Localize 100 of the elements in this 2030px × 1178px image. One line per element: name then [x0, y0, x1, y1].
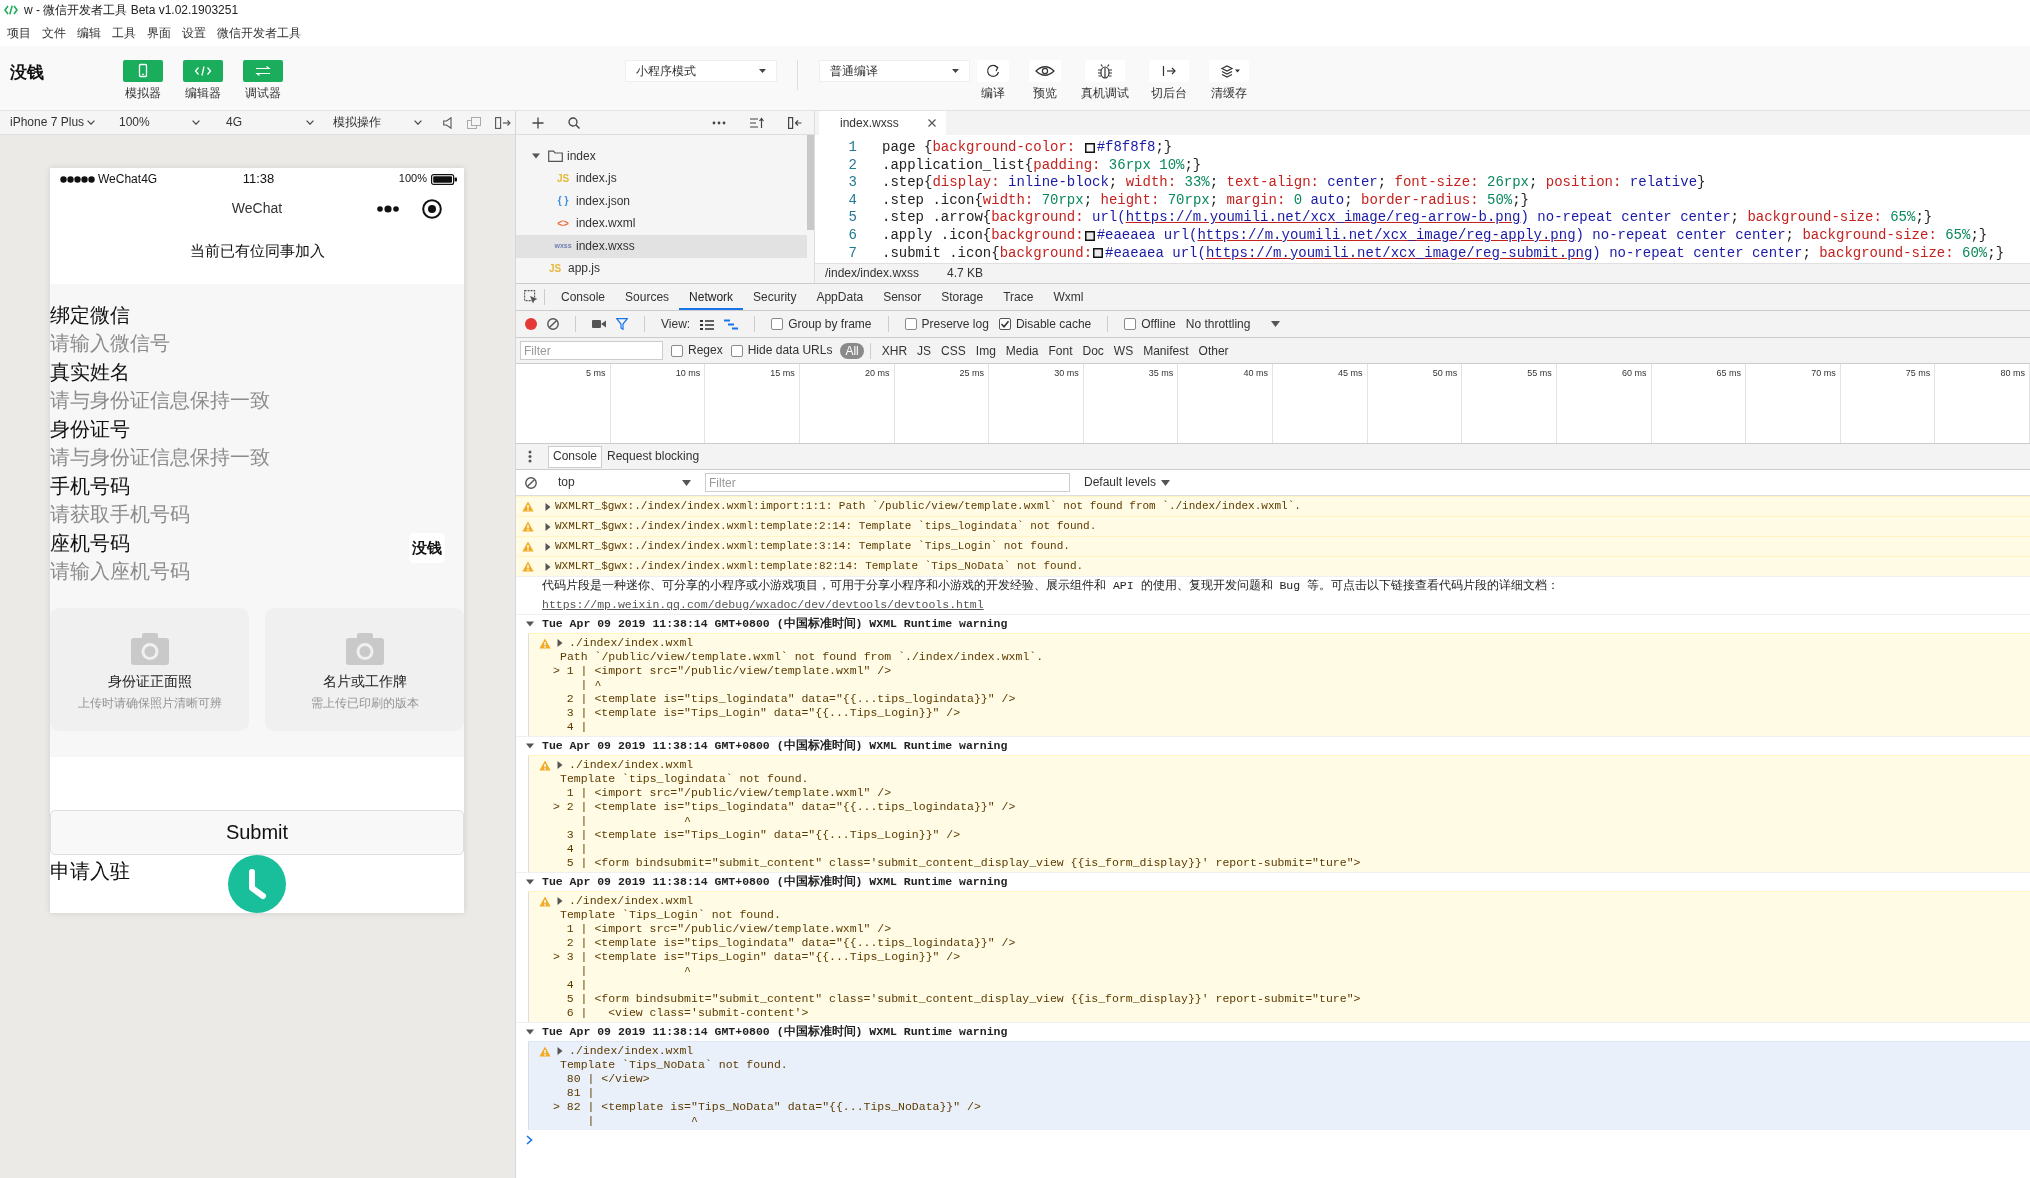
more-icon[interactable]: [712, 120, 726, 125]
more-dots-icon[interactable]: [377, 205, 399, 213]
filter-field[interactable]: Filter: [705, 473, 1070, 492]
devtools-tab[interactable]: Sources: [615, 284, 680, 310]
menu-item[interactable]: 工具: [112, 25, 136, 41]
submit-button[interactable]: Submit: [50, 810, 464, 855]
checkbox[interactable]: [671, 344, 683, 357]
close-icon[interactable]: [928, 119, 936, 127]
input-field[interactable]: 请与身份证信息保持一致: [50, 443, 390, 472]
checkbox[interactable]: [998, 318, 1011, 330]
upload-card[interactable]: 名片或工作牌 需上传已印刷的版本: [265, 608, 464, 731]
input-field[interactable]: 请获取手机号码: [50, 500, 390, 529]
levels-dropdown[interactable]: Default levels: [1084, 475, 1171, 490]
triangle-down-icon[interactable]: [526, 742, 534, 750]
type-filter-button[interactable]: XHR: [876, 342, 913, 359]
sort-lines-icon[interactable]: [750, 116, 764, 129]
filter-icon[interactable]: [616, 318, 628, 330]
type-filter-button[interactable]: CSS: [936, 342, 971, 359]
drawer-tab[interactable]: Console: [548, 445, 603, 468]
drawer-tab[interactable]: Request blocking: [602, 445, 705, 468]
type-filter-button[interactable]: Doc: [1077, 342, 1109, 359]
triangle-right-icon[interactable]: [544, 542, 552, 551]
devtools-tab[interactable]: Security: [743, 284, 807, 310]
file-item[interactable]: JS app.js: [516, 257, 807, 280]
triangle-right-icon[interactable]: [544, 562, 552, 571]
toolbar-button[interactable]: 清缓存: [1203, 60, 1255, 100]
list-view-icon[interactable]: [700, 318, 715, 330]
more-vertical-icon[interactable]: [528, 450, 532, 463]
toolbar-button[interactable]: 真机调试: [1075, 60, 1135, 100]
throttling-dropdown[interactable]: No throttling: [1185, 316, 1281, 332]
triangle-down-icon[interactable]: [532, 152, 540, 161]
type-filter-button[interactable]: Img: [970, 342, 1001, 359]
clear-icon[interactable]: [547, 318, 559, 330]
devtools-tab[interactable]: Wxml: [1043, 284, 1094, 310]
checkbox[interactable]: [771, 318, 784, 330]
toolbar-button[interactable]: 调试器: [235, 60, 291, 100]
triangle-right-icon[interactable]: [556, 897, 564, 905]
checkbox[interactable]: [904, 318, 917, 330]
docs-link[interactable]: https://mp.weixin.qq.com/debug/wxadoc/dev/devtools/devtools.html: [542, 595, 984, 614]
checkbox[interactable]: [1124, 318, 1137, 330]
prompt-chevron-icon[interactable]: [526, 1135, 533, 1145]
triangle-down-icon[interactable]: [526, 878, 534, 886]
type-filter-button[interactable]: Manifest: [1138, 342, 1194, 359]
panel-arrow-icon[interactable]: [495, 116, 511, 129]
menu-item[interactable]: 文件: [42, 25, 66, 41]
plus-icon[interactable]: [532, 116, 544, 129]
circle-dot-icon[interactable]: [422, 199, 442, 219]
devtools-tab[interactable]: Storage: [931, 284, 994, 310]
menu-item[interactable]: 微信开发者工具: [217, 25, 301, 41]
video-camera-icon[interactable]: [592, 319, 606, 329]
type-filter-button[interactable]: JS: [912, 342, 937, 359]
search-icon[interactable]: [568, 116, 580, 129]
context-dropdown[interactable]: top: [551, 475, 691, 490]
toolbar-button[interactable]: 切后台: [1143, 60, 1195, 100]
triangle-right-icon[interactable]: [556, 761, 564, 769]
toolbar-button[interactable]: 预览: [1023, 60, 1067, 100]
type-filter-button[interactable]: WS: [1108, 342, 1139, 359]
menu-item[interactable]: 编辑: [77, 25, 101, 41]
toolbar-button[interactable]: 编辑器: [175, 60, 231, 100]
input-field[interactable]: 请输入微信号: [50, 329, 390, 358]
waterfall-icon[interactable]: [724, 318, 739, 330]
type-filter-button[interactable]: Other: [1193, 342, 1234, 359]
triangle-right-icon[interactable]: [544, 522, 552, 531]
type-filter-button[interactable]: Media: [1000, 342, 1044, 359]
folder-item[interactable]: index: [516, 145, 807, 168]
network-dropdown[interactable]: 4G: [212, 110, 322, 135]
record-icon[interactable]: [525, 318, 537, 330]
type-filter-button[interactable]: Font: [1043, 342, 1078, 359]
mode-dropdown[interactable]: 小程序模式: [625, 60, 777, 82]
input-field[interactable]: 请输入座机号码: [50, 557, 390, 586]
toolbar-button[interactable]: 编译: [971, 60, 1015, 100]
compile-dropdown[interactable]: 普通编译: [819, 60, 970, 82]
devtools-tab[interactable]: Console: [551, 284, 616, 310]
triangle-right-icon[interactable]: [544, 502, 552, 511]
menu-item[interactable]: 项目: [7, 25, 31, 41]
menu-item[interactable]: 界面: [147, 25, 171, 41]
triangle-right-icon[interactable]: [556, 1047, 564, 1055]
inspect-icon[interactable]: [524, 290, 538, 304]
toolbar-button[interactable]: 模拟器: [115, 60, 171, 100]
menu-item[interactable]: 设置: [182, 25, 206, 41]
clear-icon[interactable]: [525, 476, 537, 489]
upload-card[interactable]: 身份证正面照 上传时请确保照片清晰可辨: [50, 608, 249, 731]
zoom-dropdown[interactable]: 100%: [100, 110, 212, 135]
checkbox[interactable]: [730, 344, 743, 357]
devtools-tab[interactable]: Sensor: [873, 284, 932, 310]
operation-dropdown[interactable]: 模拟操作: [322, 110, 431, 135]
triangle-down-icon[interactable]: [526, 1028, 534, 1036]
editor-tab[interactable]: index.wxss: [819, 111, 946, 135]
triangle-down-icon[interactable]: [526, 620, 534, 628]
file-item[interactable]: <> index.wxml: [516, 212, 807, 235]
input-field[interactable]: 请与身份证信息保持一致: [50, 386, 390, 415]
file-item[interactable]: JS index.js: [516, 167, 807, 190]
filter-field[interactable]: Filter: [520, 341, 663, 360]
file-item[interactable]: { } index.json: [516, 190, 807, 213]
triangle-right-icon[interactable]: [556, 639, 564, 647]
collapse-panel-icon[interactable]: [788, 116, 802, 129]
devtools-tab[interactable]: Trace: [993, 284, 1044, 310]
device-dropdown[interactable]: iPhone 7 Plus: [0, 110, 100, 135]
scrollbar[interactable]: [807, 135, 814, 230]
speaker-icon[interactable]: [443, 116, 453, 129]
